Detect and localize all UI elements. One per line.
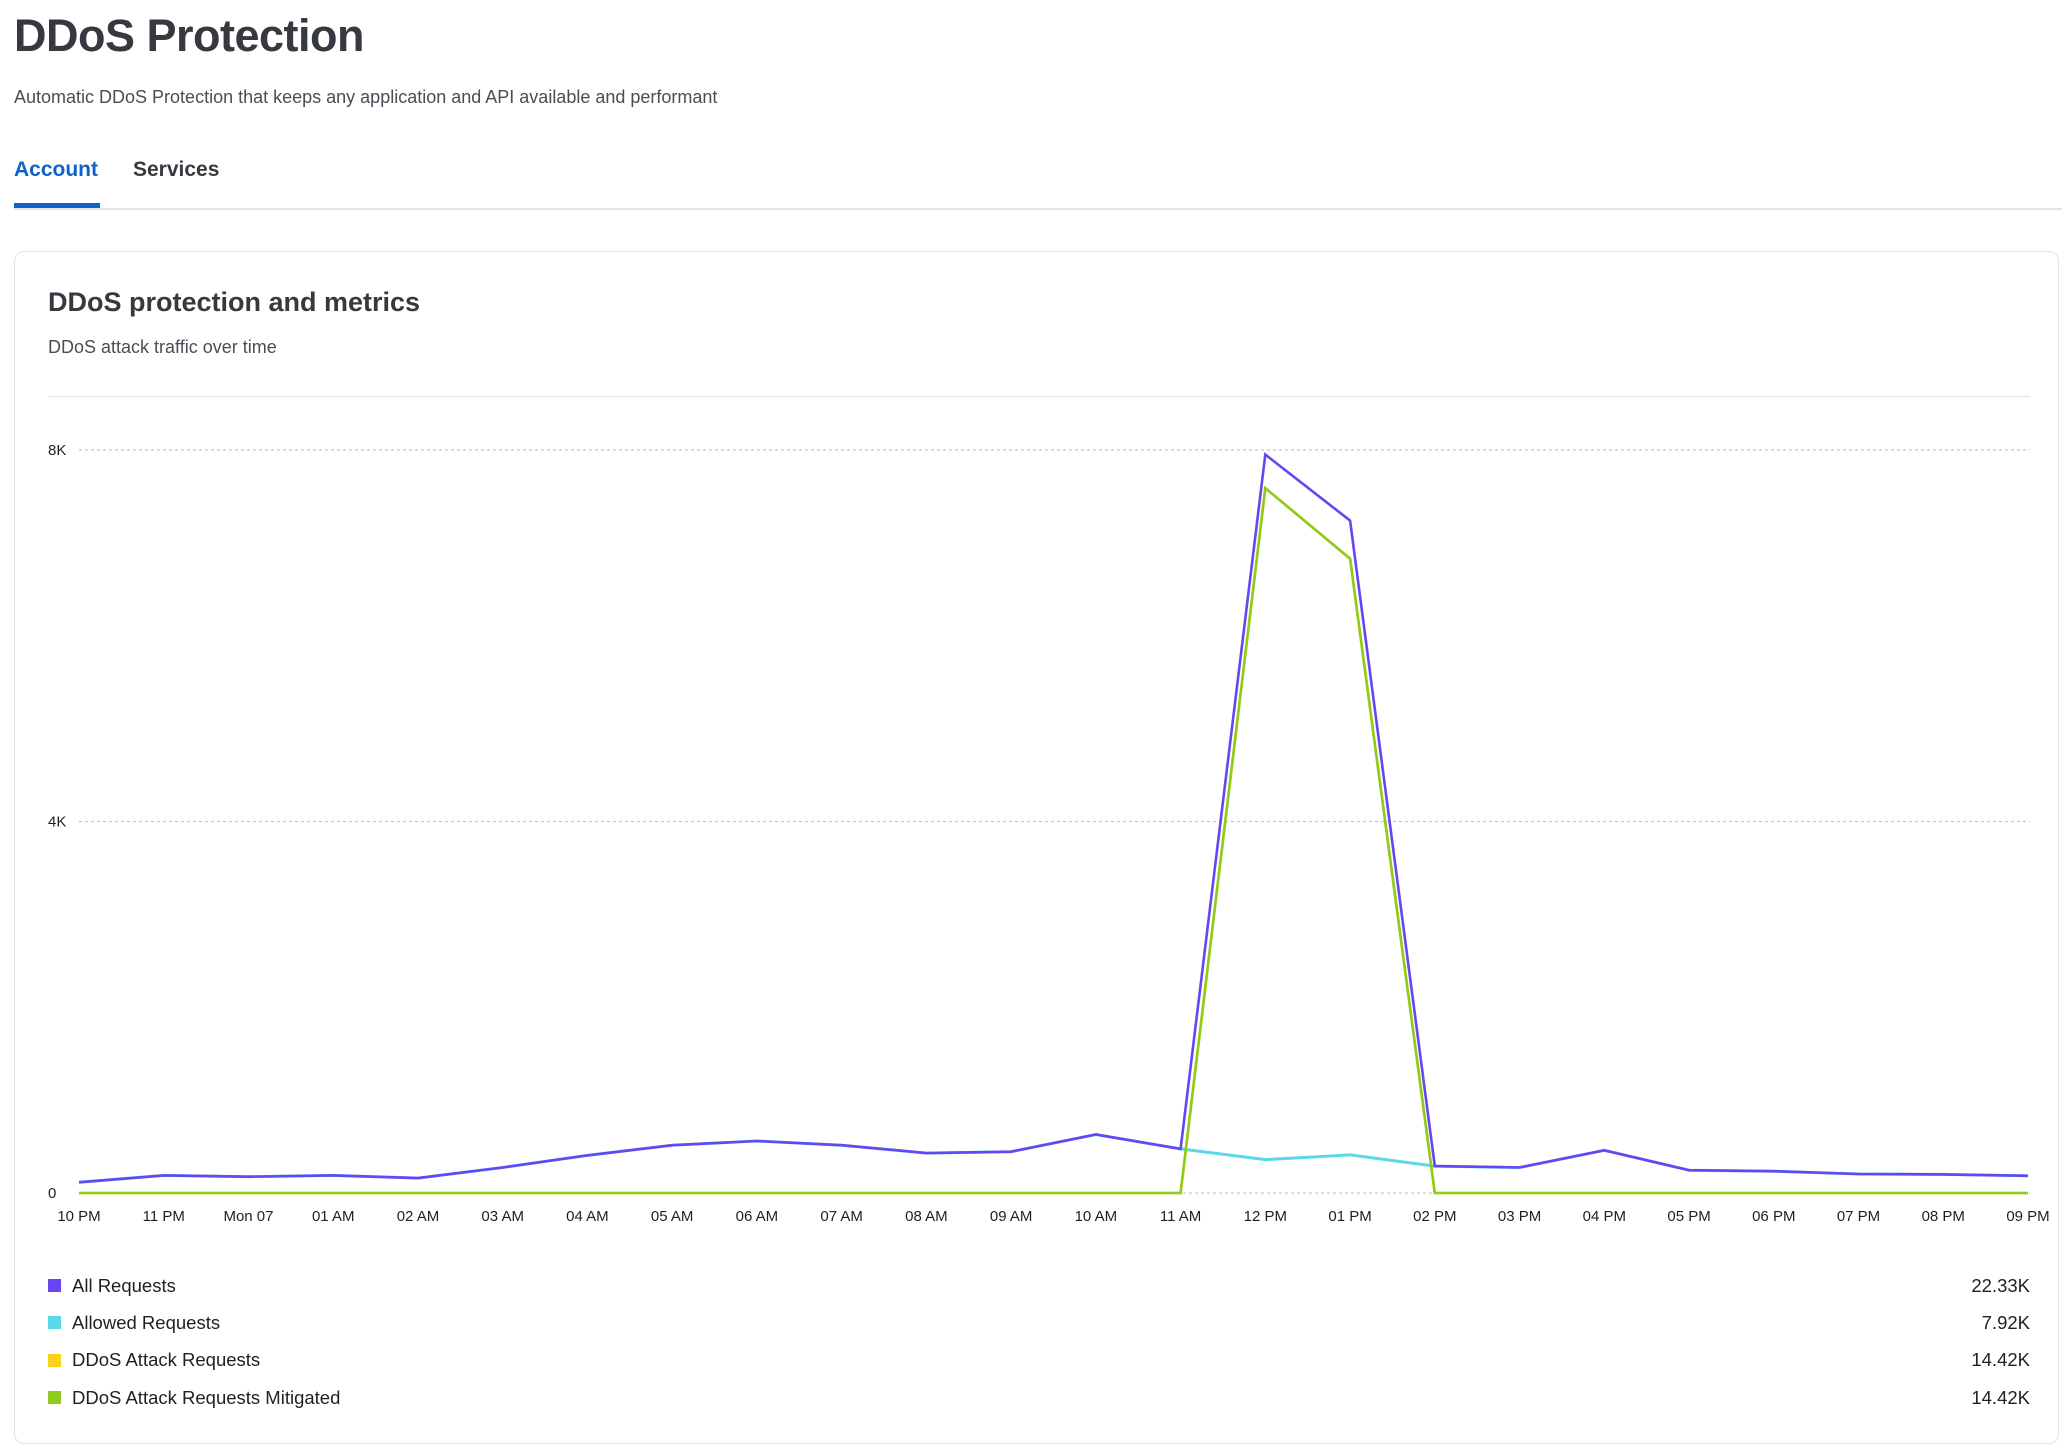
x-axis: 10 PM 11 PM Mon 07 01 AM 02 AM 03 AM 04 AM 05 A… [57, 1208, 2049, 1225]
x-tick-label: 09 AM [990, 1208, 1033, 1225]
legend-swatch-icon [48, 1279, 61, 1293]
x-tick-label: 11 PM [143, 1208, 185, 1225]
page-subtitle: Automatic DDoS Protection that keeps any… [14, 87, 718, 107]
legend-swatch-icon [48, 1353, 61, 1367]
chart-legend: All Requests 22.33K Allowed Requests 7.9… [48, 1267, 2030, 1416]
series-line-ddos-attack-requests[interactable] [79, 485, 2028, 1195]
x-tick-label: 06 AM [736, 1208, 779, 1225]
x-tick-label: 04 AM [566, 1208, 609, 1225]
x-tick-label: 01 PM [1328, 1208, 1371, 1225]
legend-value: 22.33K [1971, 1274, 2030, 1296]
legend-value: 14.42K [1971, 1386, 2030, 1408]
legend-item-allowed-requests[interactable]: Allowed Requests 7.92K [48, 1304, 2030, 1341]
legend-label: All Requests [72, 1274, 176, 1296]
x-tick-label: 02 PM [1413, 1208, 1456, 1225]
x-tick-label: 10 AM [1075, 1208, 1118, 1225]
x-tick-label: 03 AM [481, 1208, 524, 1225]
tab-services[interactable]: Services [133, 158, 219, 196]
y-axis: 0 4K 8K [48, 442, 66, 1202]
series-line-ddos-attack-requests-mitigated[interactable] [79, 485, 2028, 1195]
page-title: DDoS Protection [14, 10, 365, 61]
legend-label: Allowed Requests [72, 1311, 221, 1333]
legend-item-all-requests[interactable]: All Requests 22.33K [48, 1267, 2030, 1304]
x-tick-label: 05 PM [1667, 1208, 1710, 1225]
x-tick-label: Mon 07 [223, 1208, 273, 1225]
ddos-metrics-card: DDoS protection and metrics DDoS attack … [14, 251, 2059, 1444]
x-tick-label: 07 PM [1837, 1208, 1880, 1225]
x-tick-label: 10 PM [57, 1208, 100, 1225]
tab-bar: Account Services [14, 158, 2062, 210]
y-tick-label: 4K [48, 814, 66, 831]
x-tick-label: 02 AM [397, 1208, 440, 1225]
y-tick-label: 0 [48, 1185, 56, 1202]
x-tick-label: 12 PM [1244, 1208, 1287, 1225]
legend-value: 14.42K [1971, 1349, 2030, 1371]
active-tab-indicator [14, 203, 100, 208]
y-tick-label: 8K [48, 442, 66, 459]
x-tick-label: 11 AM [1160, 1208, 1201, 1225]
x-tick-label: 03 PM [1498, 1208, 1541, 1225]
x-tick-label: 08 AM [905, 1208, 948, 1225]
legend-item-ddos-attack-requests[interactable]: DDoS Attack Requests 14.42K [48, 1342, 2030, 1379]
tab-account[interactable]: Account [14, 158, 98, 196]
x-tick-label: 06 PM [1752, 1208, 1795, 1225]
legend-label: DDoS Attack Requests [72, 1349, 261, 1371]
tab-services-label: Services [133, 158, 220, 181]
x-tick-label: 09 PM [2006, 1208, 2049, 1225]
legend-value: 7.92K [1981, 1311, 2030, 1333]
legend-item-ddos-attack-requests-mitigated[interactable]: DDoS Attack Requests Mitigated 14.42K [48, 1379, 2030, 1416]
x-tick-label: 07 AM [820, 1208, 863, 1225]
legend-swatch-icon [48, 1391, 61, 1405]
legend-label: DDoS Attack Requests Mitigated [72, 1386, 341, 1408]
x-tick-label: 08 PM [1922, 1208, 1965, 1225]
tab-account-label: Account [14, 158, 98, 181]
x-tick-label: 01 AM [312, 1208, 355, 1225]
series-lines [78, 452, 2029, 1195]
series-line-allowed-requests[interactable] [78, 1132, 2029, 1184]
x-tick-label: 04 PM [1583, 1208, 1626, 1225]
grid-lines [79, 449, 2030, 1194]
x-tick-label: 05 AM [651, 1208, 694, 1225]
legend-swatch-icon [48, 1316, 61, 1330]
series-line-all-requests[interactable] [78, 452, 2029, 1184]
traffic-line-chart[interactable]: 0 4K 8K 10 PM 11 PM Mon 07 01 AM 02 AM 03 AM 04 … [15, 252, 2060, 1252]
